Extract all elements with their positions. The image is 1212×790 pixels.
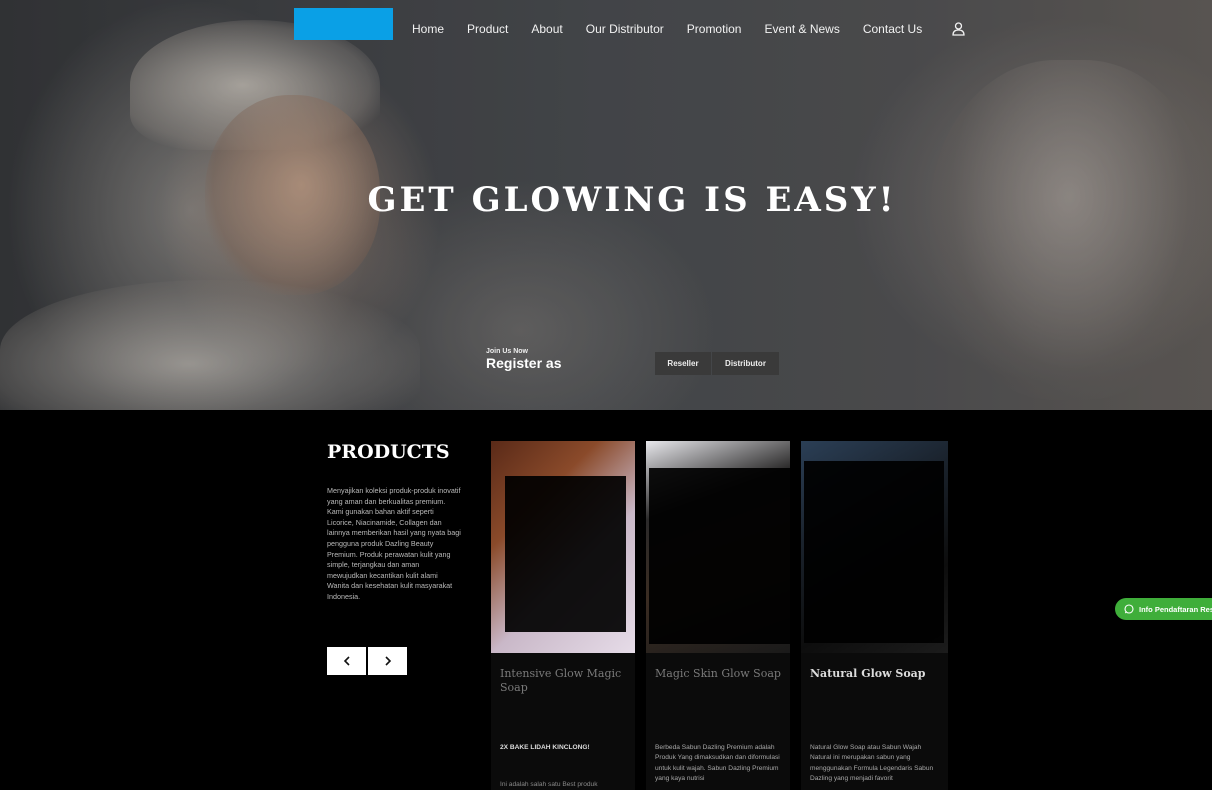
nav-home[interactable]: Home	[412, 22, 444, 36]
whatsapp-icon	[1124, 604, 1134, 614]
products-description: Menyajikan koleksi produk-produk inovati…	[327, 486, 461, 601]
chevron-left-icon	[343, 656, 350, 666]
chevron-right-icon	[384, 656, 391, 666]
user-icon[interactable]	[952, 22, 965, 36]
nav-event-news[interactable]: Event & News	[764, 22, 839, 36]
products-title: PRODUCTS	[327, 441, 450, 463]
main-nav: Home Product About Our Distributor Promo…	[412, 20, 945, 38]
product-name[interactable]: Natural Glow Soap	[810, 667, 936, 681]
nav-about[interactable]: About	[531, 22, 562, 36]
whatsapp-info-label: Info Pendaftaran Reseller	[1139, 604, 1212, 614]
product-card[interactable]: Natural Glow Soap Natural Glow Soap atau…	[801, 441, 948, 790]
join-label: Join Us Now	[486, 348, 529, 355]
nav-product[interactable]: Product	[467, 22, 508, 36]
products-prev-button[interactable]	[327, 647, 366, 675]
product-summary: 2X BAKE LIDAH KINCLONG!	[500, 744, 590, 751]
site-logo[interactable]	[294, 8, 393, 40]
product-image[interactable]	[491, 441, 635, 653]
product-image[interactable]	[646, 441, 790, 653]
product-image-redaction	[804, 461, 944, 643]
whatsapp-info-button[interactable]: Info Pendaftaran Reseller	[1115, 598, 1212, 620]
product-name[interactable]: Intensive Glow Magic Soap	[500, 667, 626, 695]
product-summary: Natural Glow Soap atau Sabun Wajah Natur…	[810, 744, 934, 783]
nav-our-distributor[interactable]: Our Distributor	[586, 22, 664, 36]
product-image-redaction	[505, 476, 626, 632]
hero-title: GET GLOWING IS EASY!	[367, 180, 897, 220]
register-distributor-button[interactable]: Distributor	[712, 352, 779, 375]
nav-contact-us[interactable]: Contact Us	[863, 22, 922, 36]
product-name[interactable]: Magic Skin Glow Soap	[655, 667, 781, 681]
product-summary-extra: Ini adalah salah satu Best produk	[500, 781, 598, 788]
register-label: Register as	[486, 355, 562, 371]
nav-promotion[interactable]: Promotion	[687, 22, 742, 36]
product-image[interactable]	[801, 441, 948, 653]
product-card[interactable]: Intensive Glow Magic Soap 2X BAKE LIDAH …	[491, 441, 635, 790]
register-reseller-button[interactable]: Reseller	[655, 352, 711, 375]
products-next-button[interactable]	[368, 647, 407, 675]
product-summary: Berbeda Sabun Dazling Premium adalah Pro…	[655, 744, 780, 783]
product-image-redaction	[649, 468, 790, 644]
product-card[interactable]: Magic Skin Glow Soap Berbeda Sabun Dazli…	[646, 441, 790, 790]
